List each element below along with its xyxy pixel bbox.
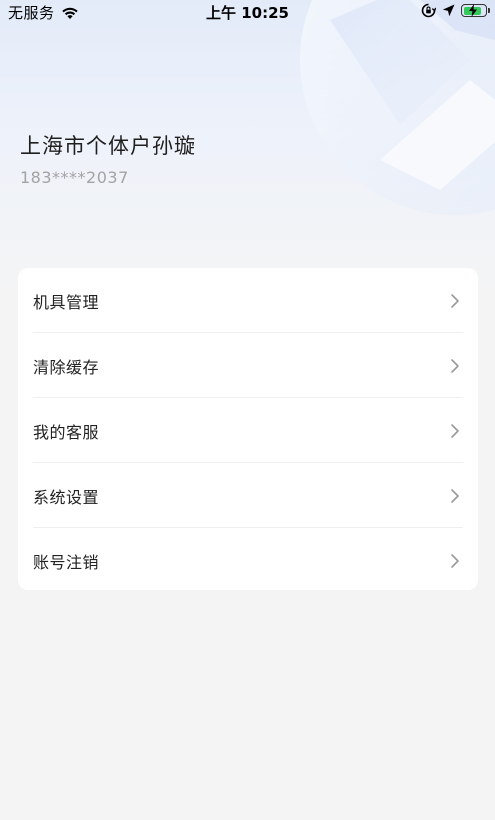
- menu-item-customer-service[interactable]: 我的客服: [18, 398, 478, 463]
- profile-page: 无服务 上午 10:25 上海市个体户孙璇 183****2037 机具管理 清…: [0, 0, 495, 820]
- location-arrow-icon: [442, 4, 455, 17]
- menu-item-label: 我的客服: [33, 422, 100, 442]
- chevron-right-icon: [451, 358, 459, 373]
- user-name: 上海市个体户孙璇: [20, 134, 196, 158]
- menu-item-label: 账号注销: [33, 552, 100, 572]
- menu-item-clear-cache[interactable]: 清除缓存: [18, 333, 478, 398]
- chevron-right-icon: [451, 423, 459, 438]
- chevron-right-icon: [451, 488, 459, 503]
- menu-item-device-management[interactable]: 机具管理: [18, 268, 478, 333]
- user-phone: 183****2037: [20, 168, 129, 187]
- status-icons: [421, 3, 490, 18]
- chevron-right-icon: [451, 293, 459, 308]
- battery-tip: [488, 8, 490, 13]
- menu-item-label: 机具管理: [33, 292, 100, 312]
- charging-bolt-icon: [469, 4, 477, 17]
- chevron-right-icon: [451, 553, 459, 568]
- menu-card: 机具管理 清除缓存 我的客服 系统设置 账号注销: [18, 268, 478, 590]
- battery-charging-icon: [461, 4, 490, 17]
- menu-item-label: 清除缓存: [33, 357, 100, 377]
- orientation-lock-icon: [421, 3, 436, 18]
- menu-item-account-cancellation[interactable]: 账号注销: [18, 528, 478, 590]
- status-bar: 无服务 上午 10:25: [0, 0, 495, 24]
- menu-item-system-settings[interactable]: 系统设置: [18, 463, 478, 528]
- menu-item-label: 系统设置: [33, 487, 100, 507]
